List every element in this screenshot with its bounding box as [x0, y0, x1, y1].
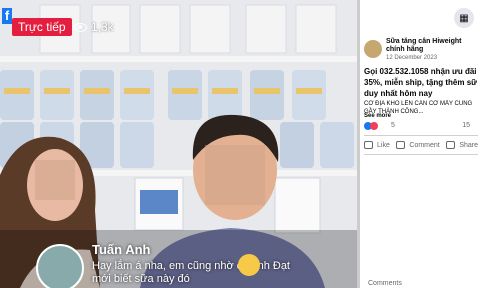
emoji-icon [238, 254, 260, 276]
post-sidebar: ▦ Sữa tăng cân Hiweight chính hãng 12 De… [360, 0, 480, 288]
page-name[interactable]: Sữa tăng cân Hiweight chính hãng [386, 38, 480, 54]
post-actions: Like Comment Share [364, 138, 478, 152]
post-title-line: duy nhất hôm nay [364, 89, 433, 98]
post-title: Gọi 032.532.1058 nhận ưu đãi 35%, miễn s… [364, 66, 480, 99]
viewer-count-value: 1,3k [91, 20, 114, 34]
reaction-count[interactable]: 5 [391, 122, 395, 129]
share-label: Share [459, 141, 478, 149]
post-title-line: Gọi 032.532.1058 nhận ưu đãi [364, 67, 477, 76]
live-video-player[interactable]: f Trực tiếp 1,3k Tuấn Anh Hay lắm á nha,… [0, 0, 357, 288]
viewer-count: 1,3k [74, 20, 114, 34]
love-reaction-icon [370, 122, 378, 130]
live-comment-overlay: Tuấn Anh Hay lắm á nha, em cũng nhờ có a… [0, 236, 357, 288]
share-icon [446, 141, 456, 149]
see-more-link[interactable]: See more [364, 113, 391, 119]
comments-heading: Comments [368, 280, 402, 287]
apps-menu-icon[interactable]: ▦ [454, 8, 474, 28]
page-avatar[interactable] [364, 40, 382, 58]
live-badge: Trực tiếp [12, 18, 72, 36]
comment-button[interactable]: Comment [396, 141, 440, 149]
thumbs-up-icon [364, 141, 373, 149]
commenter-name: Tuấn Anh [92, 242, 151, 257]
like-button[interactable]: Like [364, 141, 390, 149]
eye-icon [74, 22, 87, 32]
comment-label: Comment [409, 141, 440, 149]
post-date[interactable]: 12 December 2023 [386, 55, 437, 61]
comment-icon [396, 141, 406, 149]
commenter-avatar [36, 244, 84, 288]
divider [364, 154, 478, 155]
post-body-line: CƠ ĐỊA KHÓ LÊN CÂN CỠ MẤY CŨNG [364, 101, 473, 107]
share-button[interactable]: Share [446, 141, 478, 149]
like-label: Like [377, 141, 390, 149]
facebook-logo-icon: f [2, 8, 12, 24]
reactions-bar[interactable]: 5 15 [364, 121, 478, 133]
comment-count[interactable]: 15 [462, 122, 470, 129]
post-title-line: 35%, miễn ship, tặng thêm sữ [364, 78, 477, 87]
comment-text: Hay lắm á nha, em cũng nhờ có anh Đạt mớ… [92, 260, 290, 285]
divider [364, 135, 478, 136]
